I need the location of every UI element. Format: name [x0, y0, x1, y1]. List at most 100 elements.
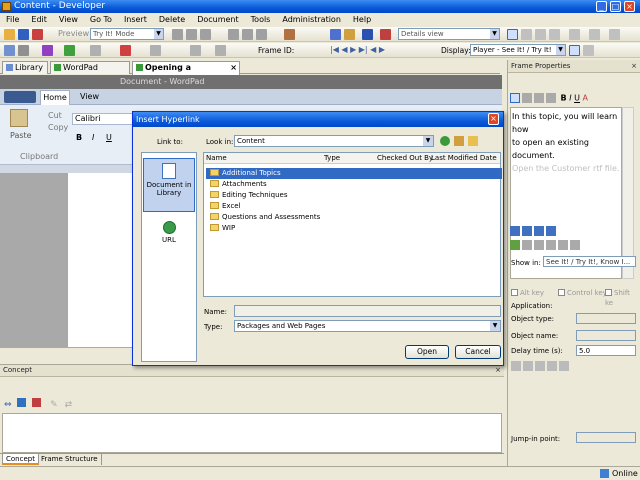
- menu-goto[interactable]: Go To: [84, 13, 118, 27]
- delay-icon[interactable]: [511, 361, 521, 371]
- unlink-icon[interactable]: ⇄: [65, 400, 73, 410]
- insert-icon[interactable]: [17, 398, 27, 407]
- add-icon[interactable]: [64, 45, 75, 56]
- bold-icon[interactable]: B: [561, 94, 567, 103]
- close-button[interactable]: ×: [624, 1, 635, 12]
- delete-icon[interactable]: [228, 29, 239, 40]
- layout3-icon[interactable]: [535, 29, 546, 40]
- player-icon[interactable]: [569, 45, 580, 56]
- link-option-document[interactable]: Document in Library: [143, 158, 195, 212]
- bubble-icon[interactable]: [190, 45, 201, 56]
- align-left-icon[interactable]: [510, 93, 520, 103]
- show-in-select[interactable]: See It! / Try It!, Know I...: [543, 256, 636, 267]
- close-icon[interactable]: ×: [631, 60, 637, 73]
- object-name-field[interactable]: [576, 330, 636, 341]
- bubble-icon[interactable]: [510, 226, 520, 236]
- record-icon[interactable]: [18, 45, 29, 56]
- link-icon[interactable]: ⇔: [4, 400, 12, 410]
- mode-select[interactable]: Try It! Mode ▼: [90, 28, 164, 40]
- layout5-icon[interactable]: [569, 29, 580, 40]
- name-field[interactable]: [234, 305, 501, 317]
- object-type-field[interactable]: [576, 313, 636, 324]
- menu-view[interactable]: View: [53, 13, 84, 27]
- layout7-icon[interactable]: [609, 29, 620, 40]
- text-icon[interactable]: [215, 45, 226, 56]
- new-icon[interactable]: [4, 29, 15, 40]
- branch-icon[interactable]: [90, 45, 101, 56]
- close-tab-icon[interactable]: ×: [230, 62, 237, 74]
- link-option-url[interactable]: URL: [143, 217, 195, 257]
- display-select[interactable]: Player - See It! / Try It! ▼: [470, 44, 566, 56]
- menu-administration[interactable]: Administration: [276, 13, 347, 27]
- bubble2-icon[interactable]: [522, 226, 532, 236]
- action6-icon[interactable]: [570, 240, 580, 250]
- help-icon[interactable]: [362, 29, 373, 40]
- publish-icon[interactable]: [32, 29, 43, 40]
- action5-icon[interactable]: [558, 240, 568, 250]
- nav-up-icon[interactable]: [330, 29, 341, 40]
- menu-delete[interactable]: Delete: [153, 13, 191, 27]
- properties-icon[interactable]: [284, 29, 295, 40]
- remove-icon[interactable]: [32, 398, 42, 407]
- wordpad-tab-view[interactable]: View: [80, 92, 99, 101]
- delay3-icon[interactable]: [535, 361, 545, 371]
- wordpad-tab-home[interactable]: Home: [40, 90, 70, 105]
- concept-content[interactable]: [2, 413, 502, 453]
- save-icon[interactable]: [18, 29, 29, 40]
- redo-icon[interactable]: [256, 29, 267, 40]
- action2-icon[interactable]: [522, 240, 532, 250]
- align-center-icon[interactable]: [522, 93, 532, 103]
- column-type[interactable]: Type: [324, 153, 340, 164]
- shift-key-option[interactable]: Shift ke: [605, 288, 640, 308]
- menu-insert[interactable]: Insert: [118, 13, 153, 27]
- list-item[interactable]: Editing Techniques: [206, 190, 502, 201]
- player2-icon[interactable]: [583, 45, 594, 56]
- folder-icon[interactable]: [344, 29, 355, 40]
- checkbox[interactable]: [558, 289, 565, 296]
- column-checked-out-by[interactable]: Checked Out By: [377, 153, 433, 164]
- control-key-option[interactable]: Control key: [558, 288, 607, 298]
- view-select[interactable]: Details view ▼: [398, 28, 500, 40]
- paste-icon[interactable]: [200, 29, 211, 40]
- menu-file[interactable]: File: [0, 13, 25, 27]
- layout2-icon[interactable]: [521, 29, 532, 40]
- italic-icon[interactable]: I: [569, 94, 571, 103]
- tab-library[interactable]: Library: [2, 61, 48, 74]
- menu-tools[interactable]: Tools: [245, 13, 277, 27]
- checkbox[interactable]: [511, 289, 518, 296]
- alt-key-option[interactable]: Alt key: [511, 288, 544, 298]
- new-folder-icon[interactable]: [468, 136, 478, 146]
- justify-icon[interactable]: [546, 93, 556, 103]
- checkbox[interactable]: [605, 289, 612, 296]
- undo-icon[interactable]: [242, 29, 253, 40]
- wordpad-menu-button[interactable]: [4, 91, 36, 103]
- delay4-icon[interactable]: [547, 361, 557, 371]
- underline-icon[interactable]: U: [574, 94, 580, 103]
- cancel-button[interactable]: Cancel: [455, 345, 501, 359]
- insert-frame-icon[interactable]: [42, 45, 53, 56]
- list-item[interactable]: WIP: [206, 223, 502, 234]
- delay-time-field[interactable]: 5.0: [576, 345, 636, 356]
- action4-icon[interactable]: [546, 240, 556, 250]
- layout-icon[interactable]: [507, 29, 518, 40]
- list-item[interactable]: Questions and Assessments: [206, 212, 502, 223]
- frame-icon[interactable]: [150, 45, 161, 56]
- delay5-icon[interactable]: [559, 361, 569, 371]
- look-in-select[interactable]: Content ▼: [234, 135, 434, 147]
- bubble3-icon[interactable]: [534, 226, 544, 236]
- minimize-button[interactable]: _: [596, 1, 607, 12]
- menu-help[interactable]: Help: [347, 13, 377, 27]
- tab-wordpad-training[interactable]: WordPad Training: [50, 61, 130, 84]
- column-last-modified[interactable]: Last Modified Date: [431, 153, 497, 164]
- menu-document[interactable]: Document: [191, 13, 244, 27]
- open-button[interactable]: Open: [405, 345, 449, 359]
- layout6-icon[interactable]: [589, 29, 600, 40]
- delay2-icon[interactable]: [523, 361, 533, 371]
- maximize-button[interactable]: □: [610, 1, 621, 12]
- layout4-icon[interactable]: [549, 29, 560, 40]
- refresh-icon[interactable]: [4, 45, 15, 56]
- dialog-close-button[interactable]: ×: [488, 113, 499, 125]
- preview-button[interactable]: Preview: [58, 29, 89, 38]
- bubble-vscrollbar[interactable]: [622, 107, 634, 279]
- type-select[interactable]: Packages and Web Pages ▼: [234, 320, 501, 332]
